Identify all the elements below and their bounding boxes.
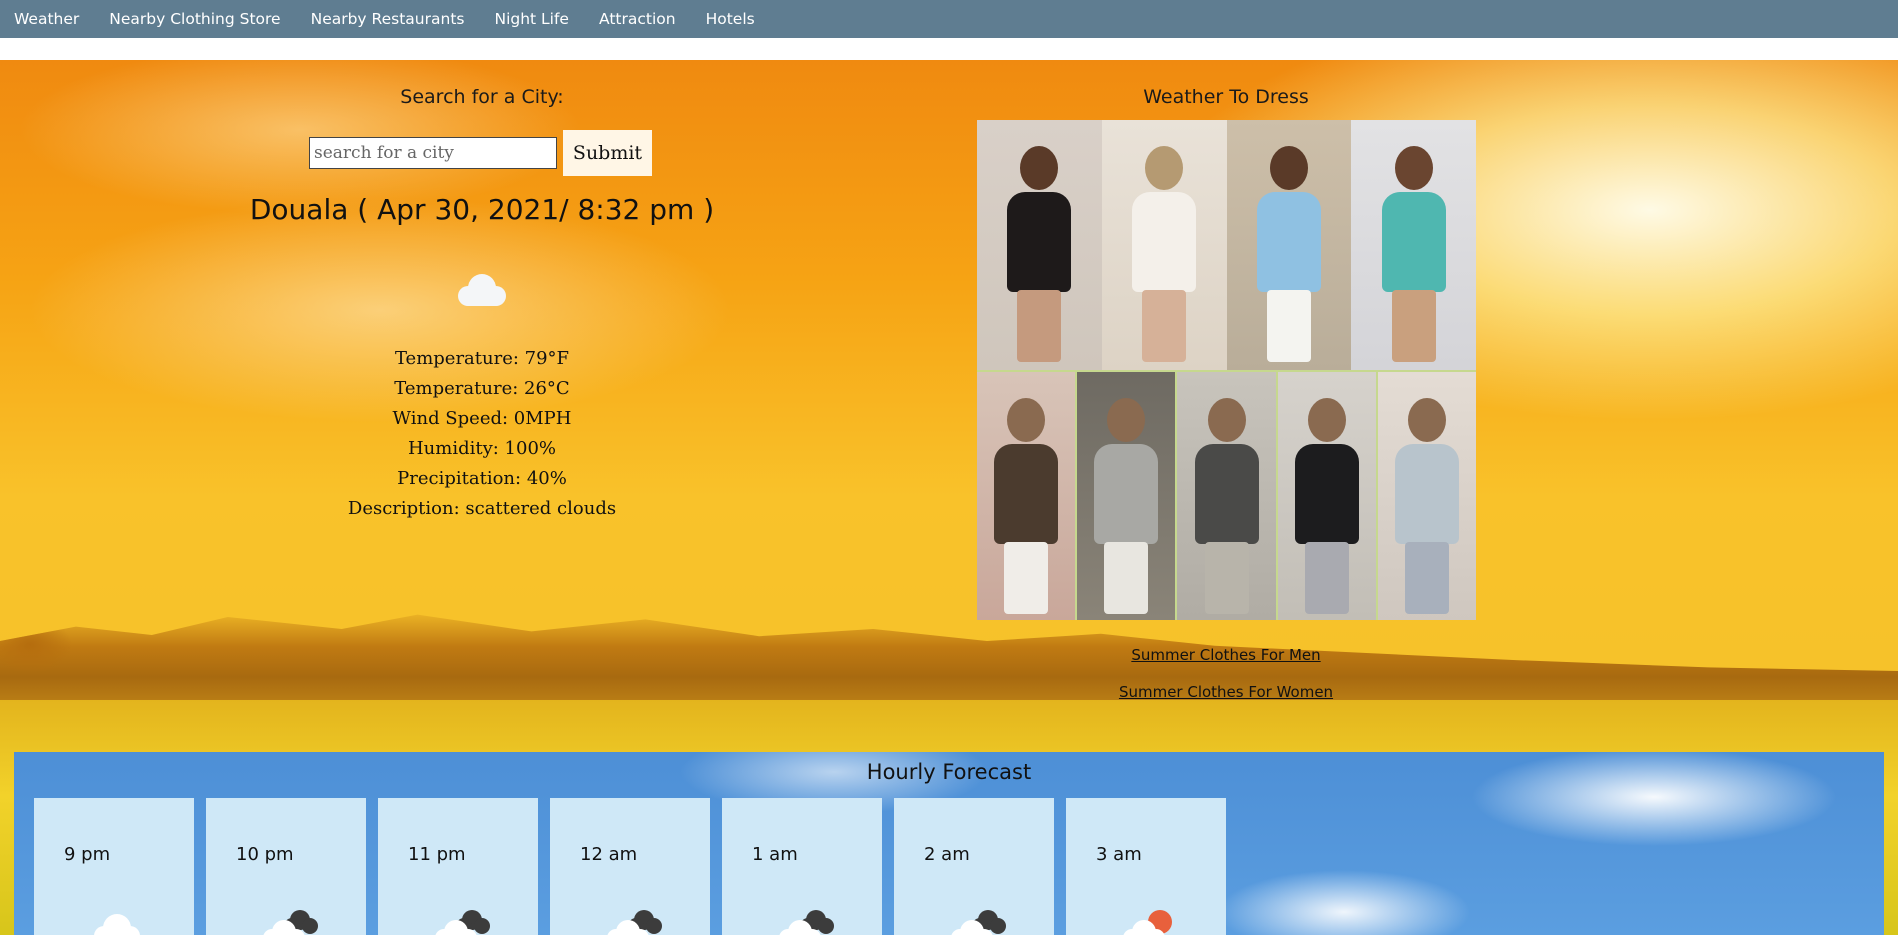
hourly-time: 11 pm <box>408 844 466 865</box>
outfit-photo <box>1075 372 1176 620</box>
hourly-card: 9 pm <box>34 798 194 935</box>
outfit-gallery <box>977 120 1477 620</box>
outfit-photo <box>977 120 1102 370</box>
hourly-time: 1 am <box>752 844 798 865</box>
women-outfits <box>977 120 1476 370</box>
hourly-title: Hourly Forecast <box>866 760 1032 784</box>
city-title: Douala ( Apr 30, 2021/ 8:32 pm ) <box>249 193 715 226</box>
outfit-photo <box>1375 372 1477 620</box>
hourly-forecast: Hourly Forecast 9 pm 10 pm 11 pm 12 am 1… <box>14 752 1884 935</box>
outfit-photo <box>1226 120 1352 370</box>
search-input[interactable] <box>309 137 557 169</box>
hourly-time: 3 am <box>1096 844 1142 865</box>
hourly-time: 2 am <box>924 844 970 865</box>
temperature-c: Temperature: 26°C <box>394 378 570 399</box>
humidity: Humidity: 100% <box>407 438 557 459</box>
hourly-time: 9 pm <box>64 844 111 865</box>
nav-nearby-clothing-store[interactable]: Nearby Clothing Store <box>95 0 296 38</box>
link-summer-women[interactable]: Summer Clothes For Women <box>976 674 1476 711</box>
top-nav: Weather Nearby Clothing Store Nearby Res… <box>0 0 1898 38</box>
hourly-card: 12 am <box>550 798 710 935</box>
nav-night-life[interactable]: Night Life <box>480 0 585 38</box>
precipitation: Precipitation: 40% <box>397 468 567 489</box>
nav-nearby-restaurants[interactable]: Nearby Restaurants <box>297 0 481 38</box>
cloud-dark-cloud-icon <box>607 910 662 935</box>
cloud-dark-cloud-icon <box>951 910 1006 935</box>
cloud-dark-cloud-icon <box>263 910 318 935</box>
outfit-photo <box>977 372 1076 620</box>
link-summer-men[interactable]: Summer Clothes For Men <box>976 637 1476 674</box>
submit-button[interactable]: Submit <box>563 130 652 176</box>
search-form: Submit <box>309 130 652 176</box>
nav-weather[interactable]: Weather <box>0 0 95 38</box>
nav-hotels[interactable]: Hotels <box>692 0 771 38</box>
outfit-photo <box>1351 120 1476 370</box>
cloud-dark-cloud-icon <box>779 910 834 935</box>
outfit-photo <box>1101 120 1227 370</box>
search-title: Search for a City: <box>400 86 564 108</box>
hourly-card: 2 am <box>894 798 1054 935</box>
hourly-time: 12 am <box>580 844 638 865</box>
outfit-photo <box>1275 372 1376 620</box>
hourly-card: 3 am <box>1066 798 1226 935</box>
weather-stats: Temperature: 79°F Temperature: 26°C Wind… <box>0 344 964 524</box>
hourly-card: 11 pm <box>378 798 538 935</box>
dress-title: Weather To Dress <box>1143 86 1309 108</box>
description: Description: scattered clouds <box>347 498 617 519</box>
cloud-icon <box>458 274 506 306</box>
cloud-icon <box>94 914 140 935</box>
hourly-time: 10 pm <box>236 844 294 865</box>
hourly-card: 10 pm <box>206 798 366 935</box>
outfit-photo <box>1175 372 1276 620</box>
dress-links: Summer Clothes For Men Summer Clothes Fo… <box>976 637 1476 711</box>
hourly-cards: 9 pm 10 pm 11 pm 12 am 1 am 2 am 3 am <box>34 798 1238 935</box>
hourly-card: 1 am <box>722 798 882 935</box>
wind-speed: Wind Speed: 0MPH <box>392 408 572 429</box>
sun-cloud-icon <box>1123 910 1172 935</box>
temperature-f: Temperature: 79°F <box>394 348 570 369</box>
cloud-dark-cloud-icon <box>435 910 490 935</box>
men-outfits <box>977 370 1477 620</box>
nav-attraction[interactable]: Attraction <box>585 0 692 38</box>
